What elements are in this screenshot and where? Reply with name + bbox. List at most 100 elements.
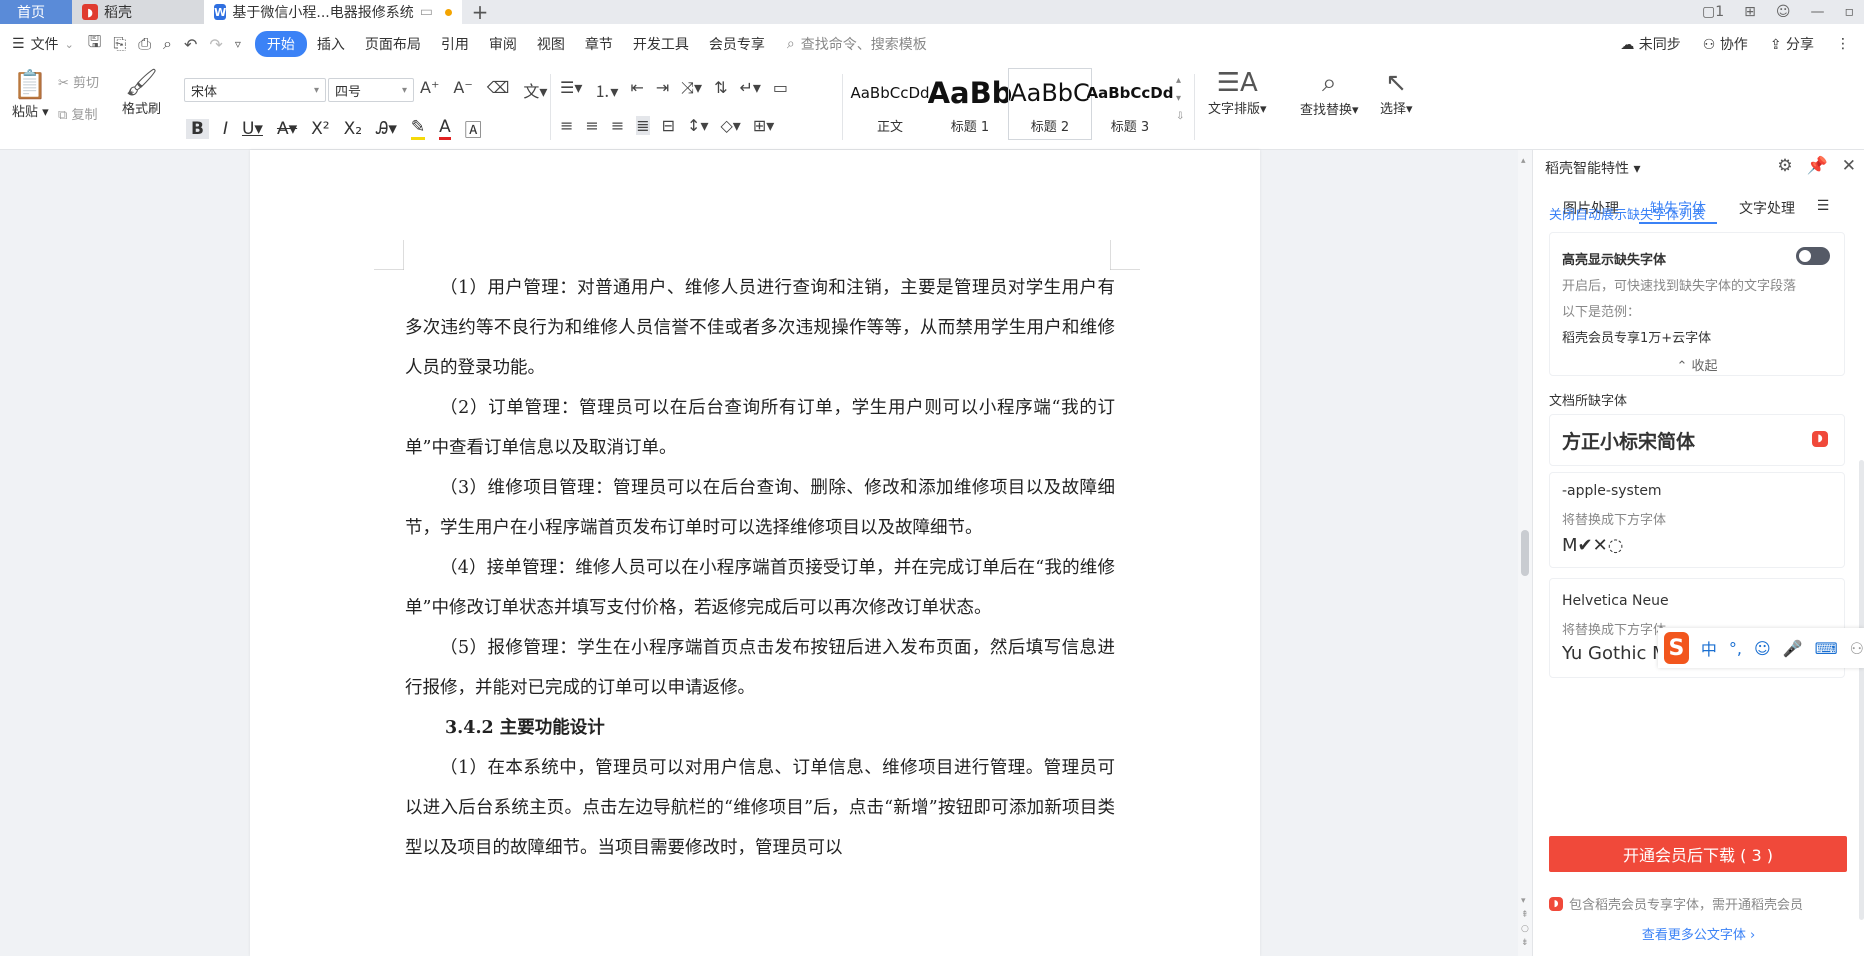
monitor-icon[interactable]: ▭ — [420, 4, 433, 20]
superscript-icon[interactable]: X² — [311, 119, 329, 139]
line-spacing-icon[interactable]: ↕▾ — [687, 116, 708, 135]
gear-icon[interactable]: ⚙ — [1777, 156, 1792, 176]
show-marks-icon[interactable]: ↵▾ — [739, 78, 760, 102]
tab-text-processing[interactable]: 文字处理 — [1729, 190, 1805, 224]
cut-button[interactable]: ✂ 剪切 — [58, 72, 99, 91]
user-icon[interactable]: ⚇ — [1850, 639, 1864, 658]
menu-icon[interactable]: ☰ — [1813, 190, 1833, 224]
command-search[interactable]: ⌕ 查找命令、搜索模板 — [787, 34, 927, 54]
format-painter-button[interactable]: 🖌 格式刷 — [122, 68, 161, 117]
font-size-select[interactable]: 四号 ▾ — [328, 78, 414, 102]
microphone-icon[interactable]: 🎤 — [1783, 639, 1803, 658]
subscript-icon[interactable]: X₂ — [344, 119, 362, 139]
font-color-icon[interactable]: A — [439, 117, 451, 140]
ime-language[interactable]: 中 — [1701, 636, 1717, 660]
page-count-icon[interactable]: ▢1 — [1702, 4, 1724, 20]
ruler-icon[interactable]: ▭ — [773, 78, 788, 102]
style-heading-1[interactable]: AaBb 标题 1 — [928, 68, 1013, 140]
tab-developer[interactable]: 开发工具 — [623, 34, 699, 54]
more-icon[interactable]: ⋮ — [1836, 36, 1850, 52]
tab-start[interactable]: 开始 — [254, 31, 307, 57]
char-border-icon[interactable]: 🄰 — [465, 116, 482, 141]
tab-page-layout[interactable]: 页面布局 — [355, 34, 431, 54]
align-center-icon[interactable]: ≡ — [585, 116, 598, 135]
tab-daoke[interactable]: ◗ 稻壳 — [72, 0, 204, 24]
minimize-icon[interactable]: — — [1811, 4, 1825, 20]
redo-icon[interactable]: ↷ — [209, 35, 222, 54]
tab-member[interactable]: 会员专享 — [699, 34, 775, 54]
punctuation-icon[interactable]: °, — [1729, 639, 1742, 658]
undo-icon[interactable]: ↶ — [184, 35, 197, 54]
emoji-icon[interactable]: ☺ — [1754, 639, 1771, 658]
new-tab-button[interactable]: + — [462, 0, 498, 24]
text-effect-icon[interactable]: Ꭿ▾ — [376, 119, 397, 139]
bullet-list-icon[interactable]: ☰▾ — [560, 78, 582, 102]
shrink-font-icon[interactable]: A⁻ — [453, 78, 472, 102]
panel-scrollbar[interactable] — [1859, 460, 1864, 920]
highlight-toggle[interactable] — [1796, 247, 1830, 265]
tab-document[interactable]: W 基于微信小程...电器报修系统 ▭ — [204, 0, 462, 24]
sync-button[interactable]: ☁ 未同步 — [1620, 34, 1680, 54]
strikethrough-icon[interactable]: A▾ — [277, 119, 297, 139]
avatar[interactable]: ☺ — [1776, 4, 1791, 20]
file-menu[interactable]: ☰ 文件 ⌄ — [0, 34, 74, 54]
tab-references[interactable]: 引用 — [431, 34, 479, 54]
align-right-icon[interactable]: ≡ — [611, 116, 624, 135]
text-layout-button[interactable]: ☰A 文字排版▾ — [1208, 68, 1267, 117]
sort-icon[interactable]: ⇅ — [714, 78, 727, 102]
style-normal[interactable]: AaBbCcDd 正文 — [848, 68, 932, 140]
tab-review[interactable]: 审阅 — [479, 34, 527, 54]
share-button[interactable]: ⇪ 分享 — [1770, 34, 1814, 54]
copy-button[interactable]: ⧉ 复制 — [58, 104, 97, 123]
style-heading-2[interactable]: AaBbC 标题 2 — [1008, 68, 1092, 140]
sogou-logo-icon[interactable]: S — [1664, 632, 1689, 664]
scroll-top-icon[interactable]: ▴ — [1521, 156, 1526, 166]
missing-font-card[interactable]: 方正小标宋简体 ◗ — [1549, 414, 1845, 466]
close-auto-show-link[interactable]: 关闭自动展示缺失字体列表 — [1549, 204, 1705, 223]
font-replace-card-1[interactable]: -apple-system 将替换成下方字体 M✔✕◌ — [1549, 472, 1845, 568]
document-body[interactable]: （1）用户管理：对普通用户、维修人员进行查询和注销，主要是管理员对学生用户有多次… — [405, 268, 1115, 868]
download-fonts-button[interactable]: 开通会员后下载 ( 3 ) — [1549, 836, 1847, 872]
font-name-select[interactable]: 宋体 ▾ — [184, 78, 326, 102]
export-pdf-icon[interactable]: ⎘ — [113, 34, 126, 54]
scroll-thumb[interactable] — [1521, 530, 1529, 576]
numbered-list-icon[interactable]: ⒈▾ — [594, 78, 618, 102]
document-scrollbar[interactable]: ▴ ▾ ⇞ ○ ⇟ — [1518, 150, 1532, 956]
save-icon[interactable]: 🖫 — [88, 31, 102, 58]
tab-insert[interactable]: 插入 — [307, 34, 355, 54]
underline-icon[interactable]: U▾ — [242, 119, 263, 139]
grow-font-icon[interactable]: A⁺ — [420, 78, 439, 102]
justify-icon[interactable]: ≣ — [636, 116, 650, 135]
collab-button[interactable]: ⚇ 协作 — [1703, 34, 1748, 54]
scroll-nav-icons[interactable]: ▾ ⇞ ○ ⇟ — [1521, 894, 1529, 950]
print-icon[interactable]: ⎙ — [138, 34, 151, 54]
tab-section[interactable]: 章节 — [575, 34, 623, 54]
italic-icon[interactable]: I — [223, 119, 228, 139]
style-gallery-scroll[interactable]: ▴ ▾ ⇩ — [1176, 72, 1184, 126]
increase-indent-icon[interactable]: ⇥ — [656, 78, 669, 102]
style-heading-3[interactable]: AaBbCcDd 标题 3 — [1087, 68, 1174, 140]
bold-icon[interactable]: B — [186, 118, 209, 139]
customize-icon[interactable]: ▿ — [235, 37, 241, 51]
paste-button[interactable]: 📋 粘贴 ▾ — [12, 68, 49, 120]
tab-home[interactable]: 首页 — [0, 0, 72, 24]
grid-icon[interactable]: ⊞ — [1744, 4, 1756, 20]
highlight-icon[interactable]: ✎ — [410, 117, 426, 140]
borders-icon[interactable]: ⊞▾ — [753, 116, 774, 135]
find-replace-button[interactable]: ⌕ 查找替换▾ — [1300, 68, 1359, 118]
chinese-layout-icon[interactable]: ⤨▾ — [681, 78, 702, 102]
document-page[interactable]: （1）用户管理：对普通用户、维修人员进行查询和注销，主要是管理员对学生用户有多次… — [250, 150, 1260, 956]
panel-title[interactable]: 稻壳智能特性 ▾ — [1545, 158, 1640, 178]
print-preview-icon[interactable]: ⌕ — [163, 34, 172, 54]
collapse-button[interactable]: ⌃ 收起 — [1550, 355, 1844, 374]
more-fonts-link[interactable]: 查看更多公文字体 › — [1533, 924, 1864, 943]
keyboard-icon[interactable]: ⌨ — [1815, 639, 1838, 658]
pinyin-icon[interactable]: 文▾ — [523, 78, 547, 102]
select-button[interactable]: ↖ 选择▾ — [1380, 68, 1413, 117]
restore-icon[interactable]: ▫ — [1845, 4, 1855, 20]
pin-icon[interactable]: 📌 — [1807, 156, 1828, 176]
clear-format-icon[interactable]: ⌫ — [487, 78, 510, 102]
decrease-indent-icon[interactable]: ⇤ — [630, 78, 643, 102]
tab-view[interactable]: 视图 — [527, 34, 575, 54]
distributed-icon[interactable]: ⊟ — [662, 116, 675, 135]
